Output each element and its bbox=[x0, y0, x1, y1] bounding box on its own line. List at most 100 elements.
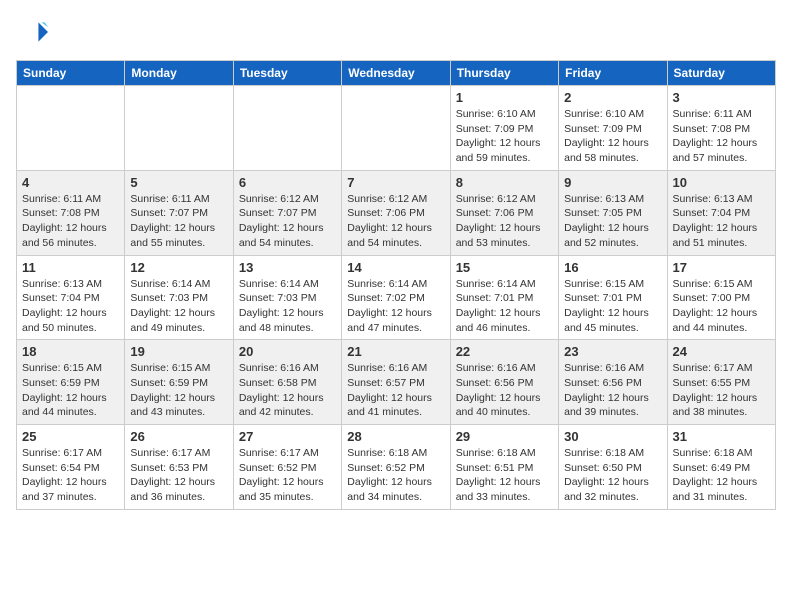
week-row-4: 18 Sunrise: 6:15 AM Sunset: 6:59 PM Dayli… bbox=[17, 340, 776, 425]
day-cell: 28 Sunrise: 6:18 AM Sunset: 6:52 PM Dayli… bbox=[342, 425, 450, 510]
week-row-5: 25 Sunrise: 6:17 AM Sunset: 6:54 PM Dayli… bbox=[17, 425, 776, 510]
day-cell: 2 Sunrise: 6:10 AM Sunset: 7:09 PM Daylig… bbox=[559, 86, 667, 171]
day-info: Sunrise: 6:17 AM Sunset: 6:54 PM Dayligh… bbox=[22, 446, 119, 505]
day-info: Sunrise: 6:14 AM Sunset: 7:01 PM Dayligh… bbox=[456, 277, 553, 336]
day-cell: 15 Sunrise: 6:14 AM Sunset: 7:01 PM Dayli… bbox=[450, 255, 558, 340]
weekday-header-monday: Monday bbox=[125, 61, 233, 86]
day-info: Sunrise: 6:14 AM Sunset: 7:03 PM Dayligh… bbox=[130, 277, 227, 336]
day-number: 11 bbox=[22, 260, 119, 275]
day-cell: 14 Sunrise: 6:14 AM Sunset: 7:02 PM Dayli… bbox=[342, 255, 450, 340]
day-cell: 13Sunrise: 6:14 AM Sunset: 7:03 PM Dayli… bbox=[233, 255, 341, 340]
day-info: Sunrise: 6:16 AM Sunset: 6:56 PM Dayligh… bbox=[456, 361, 553, 420]
day-number: 8 bbox=[456, 175, 553, 190]
day-cell: 27 Sunrise: 6:17 AM Sunset: 6:52 PM Dayli… bbox=[233, 425, 341, 510]
day-info: Sunrise: 6:15 AM Sunset: 6:59 PM Dayligh… bbox=[22, 361, 119, 420]
weekday-header-sunday: Sunday bbox=[17, 61, 125, 86]
day-cell: 22 Sunrise: 6:16 AM Sunset: 6:56 PM Dayli… bbox=[450, 340, 558, 425]
day-cell: 26 Sunrise: 6:17 AM Sunset: 6:53 PM Dayli… bbox=[125, 425, 233, 510]
day-number: 19 bbox=[130, 344, 227, 359]
day-cell bbox=[17, 86, 125, 171]
day-number: 21 bbox=[347, 344, 444, 359]
day-info: Sunrise: 6:18 AM Sunset: 6:50 PM Dayligh… bbox=[564, 446, 661, 505]
day-cell: 10 Sunrise: 6:13 AM Sunset: 7:04 PM Dayli… bbox=[667, 170, 775, 255]
day-cell: 31 Sunrise: 6:18 AM Sunset: 6:49 PM Dayli… bbox=[667, 425, 775, 510]
day-info: Sunrise: 6:12 AM Sunset: 7:06 PM Dayligh… bbox=[456, 192, 553, 251]
day-number: 5 bbox=[130, 175, 227, 190]
day-number: 7 bbox=[347, 175, 444, 190]
day-cell: 1Sunrise: 6:10 AM Sunset: 7:09 PM Daylig… bbox=[450, 86, 558, 171]
day-number: 2 bbox=[564, 90, 661, 105]
weekday-header-row: SundayMondayTuesdayWednesdayThursdayFrid… bbox=[17, 61, 776, 86]
week-row-3: 11 Sunrise: 6:13 AM Sunset: 7:04 PM Dayli… bbox=[17, 255, 776, 340]
day-number: 27 bbox=[239, 429, 336, 444]
day-info: Sunrise: 6:11 AM Sunset: 7:07 PM Dayligh… bbox=[130, 192, 227, 251]
day-number: 30 bbox=[564, 429, 661, 444]
day-number: 25 bbox=[22, 429, 119, 444]
day-info: Sunrise: 6:16 AM Sunset: 6:57 PM Dayligh… bbox=[347, 361, 444, 420]
day-info: Sunrise: 6:16 AM Sunset: 6:56 PM Dayligh… bbox=[564, 361, 661, 420]
day-cell: 7 Sunrise: 6:12 AM Sunset: 7:06 PM Daylig… bbox=[342, 170, 450, 255]
day-info: Sunrise: 6:12 AM Sunset: 7:07 PM Dayligh… bbox=[239, 192, 336, 251]
day-info: Sunrise: 6:12 AM Sunset: 7:06 PM Dayligh… bbox=[347, 192, 444, 251]
day-cell: 17 Sunrise: 6:15 AM Sunset: 7:00 PM Dayli… bbox=[667, 255, 775, 340]
day-number: 12 bbox=[130, 260, 227, 275]
day-number: 23 bbox=[564, 344, 661, 359]
day-number: 20 bbox=[239, 344, 336, 359]
day-info: Sunrise: 6:13 AM Sunset: 7:04 PM Dayligh… bbox=[673, 192, 770, 251]
logo-icon bbox=[16, 16, 48, 48]
day-cell: 24 Sunrise: 6:17 AM Sunset: 6:55 PM Dayli… bbox=[667, 340, 775, 425]
day-info: Sunrise: 6:18 AM Sunset: 6:52 PM Dayligh… bbox=[347, 446, 444, 505]
day-cell bbox=[125, 86, 233, 171]
week-row-2: 4 Sunrise: 6:11 AM Sunset: 7:08 PM Daylig… bbox=[17, 170, 776, 255]
day-info: Sunrise: 6:16 AM Sunset: 6:58 PM Dayligh… bbox=[239, 361, 336, 420]
calendar-table: SundayMondayTuesdayWednesdayThursdayFrid… bbox=[16, 60, 776, 510]
day-number: 24 bbox=[673, 344, 770, 359]
day-cell: 18 Sunrise: 6:15 AM Sunset: 6:59 PM Dayli… bbox=[17, 340, 125, 425]
day-number: 15 bbox=[456, 260, 553, 275]
weekday-header-tuesday: Tuesday bbox=[233, 61, 341, 86]
day-number: 3 bbox=[673, 90, 770, 105]
day-number: 28 bbox=[347, 429, 444, 444]
weekday-header-thursday: Thursday bbox=[450, 61, 558, 86]
day-number: 10 bbox=[673, 175, 770, 190]
day-info: Sunrise: 6:13 AM Sunset: 7:04 PM Dayligh… bbox=[22, 277, 119, 336]
day-cell: 30 Sunrise: 6:18 AM Sunset: 6:50 PM Dayli… bbox=[559, 425, 667, 510]
logo bbox=[16, 16, 52, 48]
day-info: Sunrise: 6:17 AM Sunset: 6:53 PM Dayligh… bbox=[130, 446, 227, 505]
page-header bbox=[16, 16, 776, 48]
day-info: Sunrise: 6:18 AM Sunset: 6:49 PM Dayligh… bbox=[673, 446, 770, 505]
weekday-header-friday: Friday bbox=[559, 61, 667, 86]
day-info: Sunrise: 6:17 AM Sunset: 6:52 PM Dayligh… bbox=[239, 446, 336, 505]
day-cell: 12 Sunrise: 6:14 AM Sunset: 7:03 PM Dayli… bbox=[125, 255, 233, 340]
day-info: Sunrise: 6:15 AM Sunset: 6:59 PM Dayligh… bbox=[130, 361, 227, 420]
day-cell: 29Sunrise: 6:18 AM Sunset: 6:51 PM Dayli… bbox=[450, 425, 558, 510]
day-cell: 8 Sunrise: 6:12 AM Sunset: 7:06 PM Daylig… bbox=[450, 170, 558, 255]
day-info: Sunrise: 6:15 AM Sunset: 7:01 PM Dayligh… bbox=[564, 277, 661, 336]
day-number: 9 bbox=[564, 175, 661, 190]
day-cell: 6 Sunrise: 6:12 AM Sunset: 7:07 PM Daylig… bbox=[233, 170, 341, 255]
day-info: Sunrise: 6:15 AM Sunset: 7:00 PM Dayligh… bbox=[673, 277, 770, 336]
day-number: 16 bbox=[564, 260, 661, 275]
weekday-header-saturday: Saturday bbox=[667, 61, 775, 86]
day-info: Sunrise: 6:10 AM Sunset: 7:09 PM Dayligh… bbox=[456, 107, 553, 166]
day-cell bbox=[342, 86, 450, 171]
day-number: 6 bbox=[239, 175, 336, 190]
weekday-header-wednesday: Wednesday bbox=[342, 61, 450, 86]
day-info: Sunrise: 6:18 AM Sunset: 6:51 PM Dayligh… bbox=[456, 446, 553, 505]
day-info: Sunrise: 6:11 AM Sunset: 7:08 PM Dayligh… bbox=[673, 107, 770, 166]
day-cell: 9Sunrise: 6:13 AM Sunset: 7:05 PM Daylig… bbox=[559, 170, 667, 255]
day-number: 18 bbox=[22, 344, 119, 359]
day-info: Sunrise: 6:10 AM Sunset: 7:09 PM Dayligh… bbox=[564, 107, 661, 166]
day-number: 22 bbox=[456, 344, 553, 359]
day-info: Sunrise: 6:11 AM Sunset: 7:08 PM Dayligh… bbox=[22, 192, 119, 251]
day-number: 26 bbox=[130, 429, 227, 444]
day-cell: 25 Sunrise: 6:17 AM Sunset: 6:54 PM Dayli… bbox=[17, 425, 125, 510]
day-info: Sunrise: 6:17 AM Sunset: 6:55 PM Dayligh… bbox=[673, 361, 770, 420]
day-number: 31 bbox=[673, 429, 770, 444]
day-number: 4 bbox=[22, 175, 119, 190]
day-cell: 21 Sunrise: 6:16 AM Sunset: 6:57 PM Dayli… bbox=[342, 340, 450, 425]
day-cell: 23 Sunrise: 6:16 AM Sunset: 6:56 PM Dayli… bbox=[559, 340, 667, 425]
day-number: 17 bbox=[673, 260, 770, 275]
day-info: Sunrise: 6:14 AM Sunset: 7:02 PM Dayligh… bbox=[347, 277, 444, 336]
day-number: 14 bbox=[347, 260, 444, 275]
